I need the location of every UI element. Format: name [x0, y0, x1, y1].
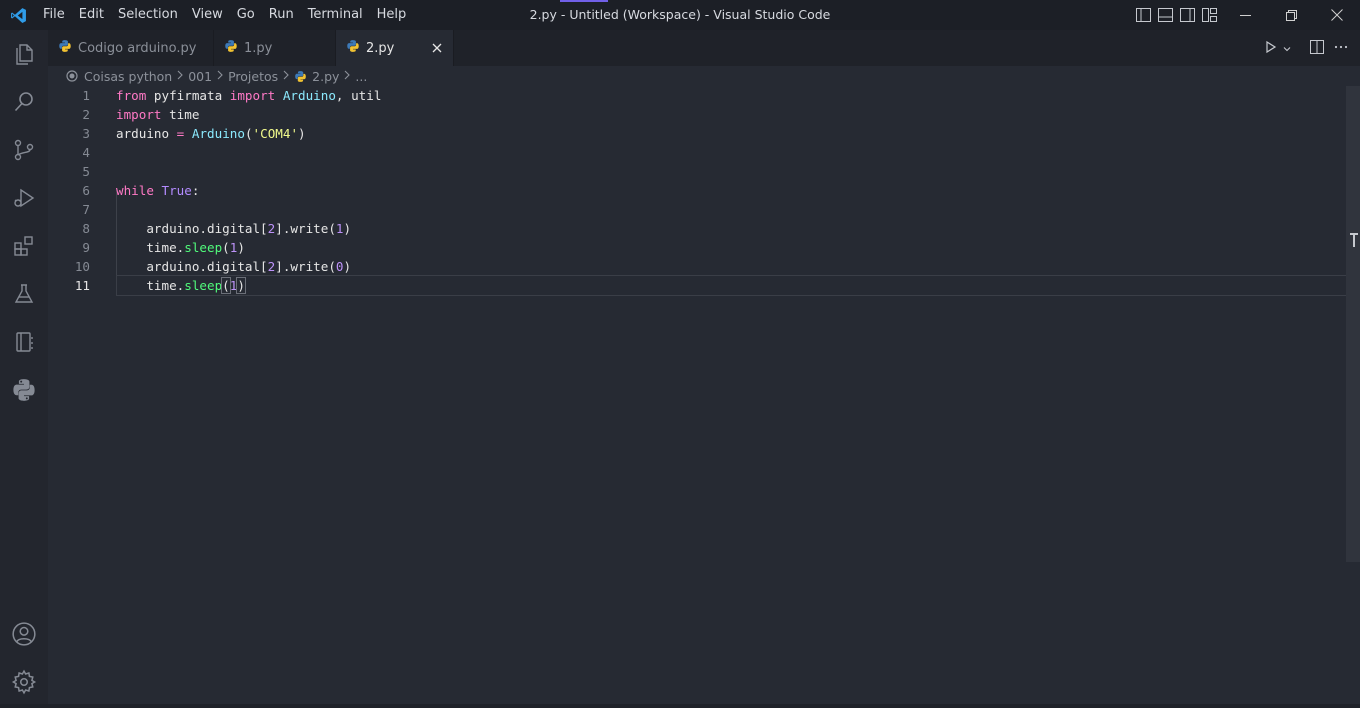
line-number: 8: [82, 221, 90, 236]
code-text: arduino = Arduino('COM4'): [116, 126, 306, 141]
code-line: 8 arduino.digital[2].write(1): [48, 219, 1346, 238]
activity-bar: [0, 30, 48, 708]
breadcrumb-item-symbols[interactable]: ...: [355, 69, 367, 84]
menu-run[interactable]: Run: [262, 0, 301, 30]
restore-icon[interactable]: [1268, 0, 1314, 30]
python-file-icon: [58, 39, 72, 57]
tab-1-py[interactable]: 1.py: [214, 30, 336, 66]
split-editor-icon[interactable]: [1310, 39, 1324, 58]
line-number: 11: [74, 278, 90, 293]
line-number: 1: [82, 88, 90, 103]
python-file-icon: [224, 39, 238, 57]
line-number: 9: [82, 240, 90, 255]
tab-codigo-arduino[interactable]: Codigo arduino.py: [48, 30, 214, 66]
python-file-icon: [294, 70, 307, 83]
explorer-icon[interactable]: [0, 30, 48, 78]
breadcrumb-item-coisas-python[interactable]: Coisas python: [66, 69, 172, 84]
breadcrumb-chevron-icon: [343, 70, 351, 83]
testing-icon[interactable]: [0, 270, 48, 318]
code-text: while True:: [116, 183, 200, 198]
extensions-icon[interactable]: [0, 222, 48, 270]
code-editor[interactable]: 1 from pyfirmata import Arduino, util 2 …: [48, 86, 1346, 708]
window-controls: [1222, 0, 1360, 30]
toggle-panel-icon[interactable]: [1156, 6, 1174, 24]
breadcrumb-item-001[interactable]: 001: [188, 69, 212, 84]
code-line: 4: [48, 143, 1346, 162]
breadcrumb-item-projetos[interactable]: Projetos: [228, 69, 278, 84]
title-bar: File Edit Selection View Go Run Terminal…: [0, 0, 1360, 30]
tab-2-py[interactable]: 2.py: [336, 30, 454, 66]
editor-actions: [1264, 30, 1348, 66]
run-debug-icon[interactable]: [0, 174, 48, 222]
status-bar-edge: [0, 704, 1360, 708]
layout-controls: [1134, 6, 1218, 24]
code-line: 9 time.sleep(1): [48, 238, 1346, 257]
line-number: 5: [82, 164, 90, 179]
menu-bar: File Edit Selection View Go Run Terminal…: [36, 0, 413, 30]
code-line: 6 while True:: [48, 181, 1346, 200]
run-python-file-icon[interactable]: [1264, 39, 1278, 58]
breadcrumb-chevron-icon: [176, 70, 184, 83]
menu-help[interactable]: Help: [370, 0, 414, 30]
line-number: 7: [82, 202, 90, 217]
code-text: arduino.digital[2].write(1): [116, 221, 352, 236]
menu-file[interactable]: File: [36, 0, 72, 30]
line-number: 10: [74, 259, 90, 274]
title-accent-bar: [560, 0, 608, 2]
breadcrumb-item-2-py[interactable]: 2.py: [294, 69, 339, 84]
run-dropdown-chevron-icon[interactable]: [1282, 39, 1292, 58]
line-number: 3: [82, 126, 90, 141]
more-actions-icon[interactable]: [1334, 39, 1348, 58]
workspace-folder-icon: [66, 70, 78, 82]
line-number: 2: [82, 107, 90, 122]
code-text: arduino.digital[2].write(0): [116, 259, 352, 274]
menu-selection[interactable]: Selection: [111, 0, 185, 30]
menu-go[interactable]: Go: [230, 0, 262, 30]
code-line: 3 arduino = Arduino('COM4'): [48, 124, 1346, 143]
tab-label: 1.py: [244, 40, 273, 56]
python-file-icon: [346, 39, 360, 57]
code-line: 5: [48, 162, 1346, 181]
accounts-icon[interactable]: [0, 610, 48, 658]
current-code-line: 11 time.sleep(1): [48, 275, 1346, 296]
code-line: 2 import time: [48, 105, 1346, 124]
settings-gear-icon[interactable]: [0, 658, 48, 706]
minimize-icon[interactable]: [1222, 0, 1268, 30]
toggle-primary-sidebar-icon[interactable]: [1134, 6, 1152, 24]
menu-terminal[interactable]: Terminal: [301, 0, 370, 30]
code-text: time.sleep(1): [116, 240, 245, 255]
customize-layout-icon[interactable]: [1200, 6, 1218, 24]
code-line: 7: [48, 200, 1346, 219]
current-line-highlight: [116, 275, 1346, 296]
breadcrumb-chevron-icon: [216, 70, 224, 83]
tab-bar: Codigo arduino.py 1.py 2.py: [48, 30, 1360, 66]
tab-label: Codigo arduino.py: [78, 40, 197, 56]
code-line: 10 arduino.digital[2].write(0): [48, 257, 1346, 276]
python-icon[interactable]: [0, 366, 48, 414]
breadcrumb-chevron-icon: [282, 70, 290, 83]
close-window-icon[interactable]: [1314, 0, 1360, 30]
code-text: time.sleep(1): [116, 277, 246, 294]
breadcrumb: Coisas python 001 Projetos 2.py ...: [48, 66, 1348, 86]
line-number: 6: [82, 183, 90, 198]
cursor-position-marker: [1350, 232, 1358, 247]
tab-label: 2.py: [366, 40, 395, 56]
close-tab-icon[interactable]: [429, 40, 445, 56]
notebook-icon[interactable]: [0, 318, 48, 366]
code-text: import time: [116, 107, 200, 122]
menu-view[interactable]: View: [185, 0, 230, 30]
code-line: 1 from pyfirmata import Arduino, util: [48, 86, 1346, 105]
search-icon[interactable]: [0, 78, 48, 126]
toggle-secondary-sidebar-icon[interactable]: [1178, 6, 1196, 24]
vscode-logo-icon[interactable]: [0, 0, 36, 30]
code-text: from pyfirmata import Arduino, util: [116, 88, 382, 103]
line-number: 4: [82, 145, 90, 160]
source-control-icon[interactable]: [0, 126, 48, 174]
menu-edit[interactable]: Edit: [72, 0, 111, 30]
vertical-scrollbar[interactable]: [1346, 86, 1360, 562]
